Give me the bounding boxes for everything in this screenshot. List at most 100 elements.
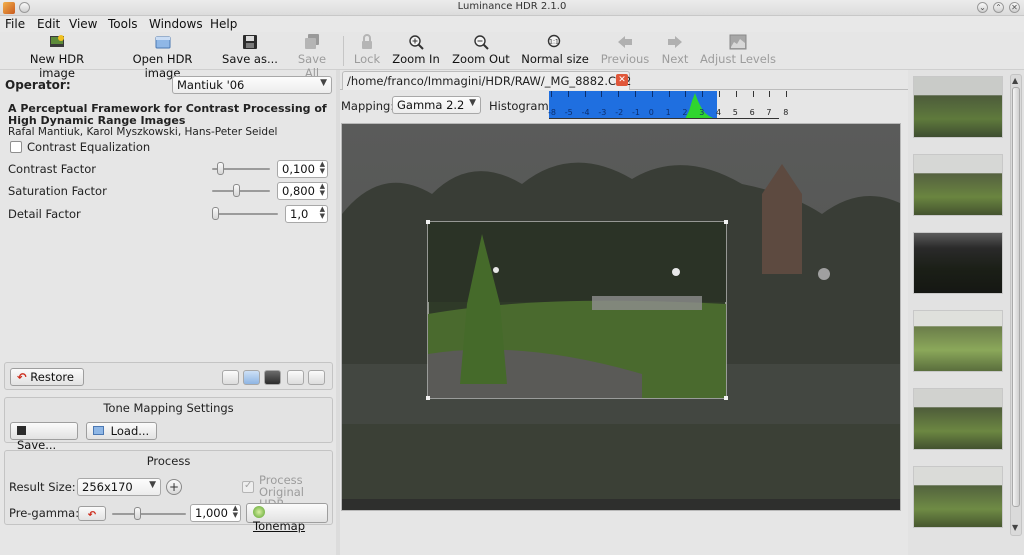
- lock-icon: [362, 34, 372, 49]
- pregamma-slider-handle[interactable]: [134, 507, 141, 520]
- thumbnails-scrollbar[interactable]: ▲ ▼: [1010, 74, 1022, 536]
- normal-size-label: Normal size: [521, 52, 589, 66]
- contrast-equalization-label[interactable]: Contrast Equalization: [27, 140, 150, 154]
- menu-tools[interactable]: Tools: [108, 17, 138, 31]
- add-size-icon[interactable]: +: [166, 479, 182, 495]
- save-settings-file-button[interactable]: Save...: [10, 422, 78, 452]
- thumbnail-preview[interactable]: [913, 154, 1003, 216]
- preview-thumbnails: ▲ ▼: [908, 70, 1024, 555]
- save-as-label: Save as...: [222, 52, 278, 66]
- previous-label: Previous: [600, 52, 650, 66]
- menu-help[interactable]: Help: [210, 17, 237, 31]
- zoom-out-label: Zoom Out: [452, 52, 510, 66]
- process-original-checkbox[interactable]: ✓: [242, 480, 254, 493]
- load-settings-button[interactable]: [243, 370, 260, 385]
- title-bar: Luminance HDR 2.1.0 ⌄ ⌃ ✕: [0, 0, 1024, 16]
- restore-button[interactable]: ↶ Restore: [10, 368, 84, 386]
- histogram-tick-label: -4: [581, 108, 590, 117]
- spin-arrows-icon[interactable]: ▲ ▼: [320, 206, 325, 220]
- image-preview[interactable]: [341, 123, 901, 511]
- histogram-tick-label: -5: [564, 108, 573, 117]
- close-icon[interactable]: ✕: [1009, 2, 1020, 13]
- operator-select[interactable]: Mantiuk '06 ▼: [172, 76, 332, 94]
- histogram-tick-mark: [651, 91, 653, 97]
- saturation-factor-slider-handle[interactable]: [233, 184, 240, 197]
- histogram-tick-mark: [584, 91, 586, 97]
- minimize-icon[interactable]: ⌄: [977, 2, 988, 13]
- panel-splitter[interactable]: [336, 70, 340, 555]
- spin-arrows-icon[interactable]: ▲ ▼: [233, 505, 238, 519]
- zoom-out-button[interactable]: Zoom Out: [452, 34, 510, 66]
- histogram-tick-mark: [752, 91, 754, 97]
- histogram-tick-mark: [685, 91, 687, 97]
- next-icon: [668, 36, 682, 48]
- spin-arrows-icon[interactable]: ▲ ▼: [320, 161, 325, 175]
- floppy-icon: [243, 35, 257, 49]
- menu-windows[interactable]: Windows: [149, 17, 203, 31]
- contrast-equalization-checkbox[interactable]: [10, 141, 22, 153]
- histogram-label: Histogram:: [489, 99, 553, 113]
- mapping-label: Mapping:: [341, 99, 395, 113]
- histogram-tick-label: 6: [749, 108, 755, 117]
- menu-view[interactable]: View: [69, 17, 97, 31]
- contrast-factor-spinbox[interactable]: 0,100 ▲ ▼: [277, 160, 328, 178]
- next-button[interactable]: Next: [659, 34, 691, 66]
- result-size-value: 256x170: [82, 480, 133, 494]
- histogram-tick-mark: [635, 91, 636, 97]
- tab-image[interactable]: /home/franco/Immagini/HDR/RAW/_MG_8882.C…: [342, 71, 631, 90]
- lock-button[interactable]: Lock: [350, 34, 384, 66]
- thumbnail-preview[interactable]: [913, 466, 1003, 528]
- detail-factor-spinbox[interactable]: 1,0 ▲ ▼: [285, 205, 328, 223]
- detail-factor-slider-handle[interactable]: [212, 207, 219, 220]
- new-hdr-icon: [50, 35, 64, 47]
- tonemap-button[interactable]: Tonemap: [246, 503, 328, 533]
- histogram-tick-mark: [769, 91, 771, 97]
- adjust-levels-button[interactable]: Adjust Levels: [700, 34, 776, 66]
- spin-arrows-icon[interactable]: ▲ ▼: [320, 183, 325, 197]
- pregamma-label: Pre-gamma:: [9, 506, 80, 520]
- menu-file[interactable]: File: [5, 17, 25, 31]
- mapping-value: Gamma 2.2: [397, 98, 465, 112]
- save-settings-button[interactable]: [264, 370, 281, 385]
- scroll-down-icon[interactable]: ▼: [1012, 523, 1018, 532]
- scroll-up-icon[interactable]: ▲: [1012, 76, 1018, 85]
- thumbnail-preview[interactable]: [913, 310, 1003, 372]
- maximize-icon[interactable]: ⌃: [993, 2, 1004, 13]
- pregamma-spinbox[interactable]: 1,000 ▲ ▼: [190, 504, 241, 522]
- scrollbar-thumb[interactable]: [1012, 87, 1020, 507]
- thumbnail-preview[interactable]: [913, 232, 1003, 294]
- pregamma-value: 1,000: [195, 506, 228, 520]
- adjust-levels-label: Adjust Levels: [700, 52, 776, 66]
- result-size-select[interactable]: 256x170 ▼: [77, 478, 161, 496]
- undo-icon: ↶: [87, 510, 97, 521]
- contrast-factor-slider-handle[interactable]: [217, 162, 224, 175]
- previous-button[interactable]: Previous: [600, 34, 650, 66]
- restore-label: Restore: [30, 370, 74, 384]
- histogram[interactable]: -8 -5 -4 -3 -2 -1 0 1 2 3 4 5 6 7 8: [548, 91, 788, 119]
- undo-button[interactable]: [287, 370, 304, 385]
- thumbnail-preview[interactable]: [913, 388, 1003, 450]
- save-as-button[interactable]: Save as...: [222, 34, 278, 66]
- normal-size-button[interactable]: 1:1 Normal size: [521, 34, 589, 66]
- thumbnail-preview[interactable]: [913, 76, 1003, 138]
- detail-factor-slider[interactable]: [212, 213, 278, 215]
- chevron-down-icon: ▼: [469, 98, 476, 108]
- histogram-tick-label: 1: [665, 108, 671, 117]
- pregamma-reset-button[interactable]: ↶: [78, 506, 106, 521]
- histogram-tick-mark: [786, 91, 788, 97]
- mapping-select[interactable]: Gamma 2.2 ▼: [392, 96, 481, 114]
- contrast-factor-value: 0,100: [282, 162, 315, 176]
- zoom-out-icon: [474, 35, 489, 50]
- copy-settings-button[interactable]: [222, 370, 239, 385]
- saturation-factor-spinbox[interactable]: 0,800 ▲ ▼: [277, 182, 328, 200]
- zoom-in-button[interactable]: Zoom In: [392, 34, 440, 66]
- tone-mapping-panel: Operator: Mantiuk '06 ▼ A Perceptual Fra…: [0, 70, 336, 555]
- menu-edit[interactable]: Edit: [37, 17, 60, 31]
- saturation-factor-slider[interactable]: [212, 190, 270, 192]
- redo-button[interactable]: [308, 370, 325, 385]
- tonemap-icon: [253, 506, 265, 518]
- close-icon[interactable]: ✕: [616, 74, 628, 86]
- pregamma-slider[interactable]: [112, 513, 186, 515]
- load-settings-file-button[interactable]: Load...: [86, 422, 157, 440]
- histogram-tick-mark: [618, 91, 620, 97]
